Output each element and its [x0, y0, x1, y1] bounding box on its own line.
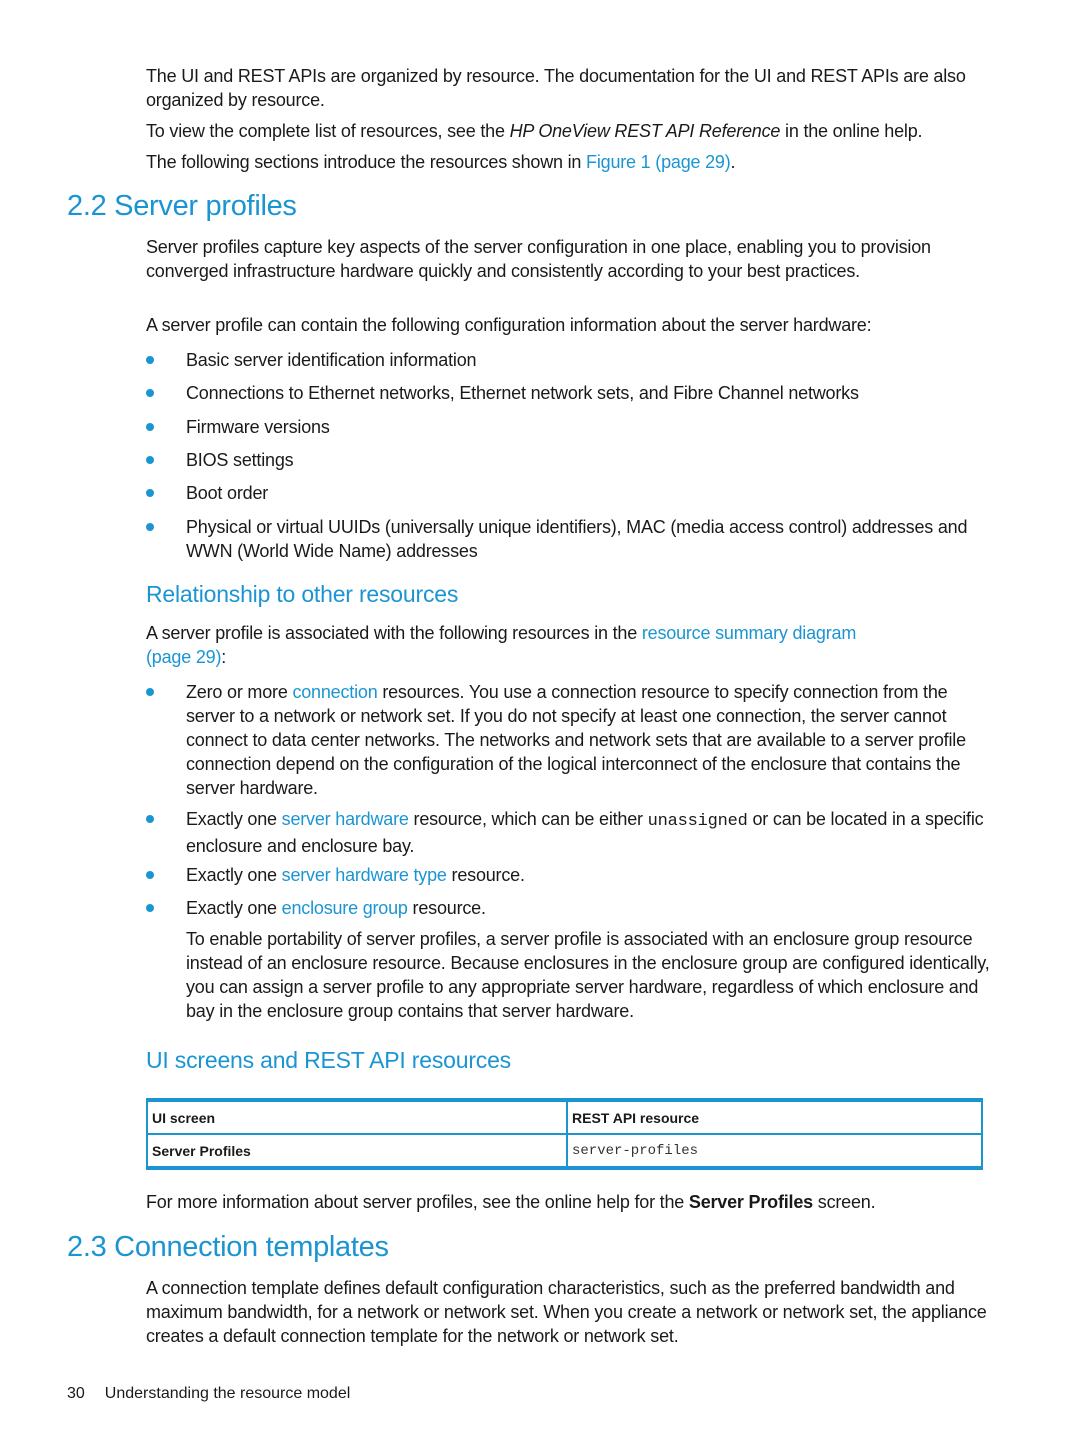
figure-link[interactable]: Figure 1 (page 29)	[586, 152, 731, 172]
text: Zero or more	[186, 682, 293, 702]
column-header-ui-screen: UI screen	[146, 1100, 568, 1135]
text: .	[730, 152, 736, 172]
cell-ui-screen: Server Profiles	[146, 1134, 568, 1168]
code-value: unassigned	[647, 812, 748, 831]
ui-rest-resource-table: UI screen REST API resource Server Profi…	[146, 1098, 983, 1170]
text: Exactly one	[186, 809, 282, 829]
enclosure-group-link[interactable]: enclosure group	[282, 898, 408, 918]
section-heading-server-profiles: 2.2 Server profiles	[67, 190, 297, 222]
text: resource.	[407, 898, 486, 918]
server-profiles-paragraph-1: Server profiles capture key aspects of t…	[146, 237, 931, 281]
text: in the online help.	[780, 121, 923, 141]
column-header-rest-api-resource: REST API resource	[566, 1100, 983, 1135]
bullet-icon	[146, 356, 154, 364]
portability-note: To enable portability of server profiles…	[186, 929, 990, 1021]
list-item: Boot order	[186, 483, 269, 503]
list-item: Zero or more connection resources. You u…	[186, 680, 991, 800]
table-row: Server Profiles server-profiles	[146, 1134, 983, 1168]
intro-paragraph-1: The UI and REST APIs are organized by re…	[146, 66, 966, 110]
server-hardware-link[interactable]: server hardware	[282, 809, 409, 829]
connection-link[interactable]: connection	[292, 682, 377, 702]
more-info-paragraph: For more information about server profil…	[146, 1190, 991, 1214]
relationship-intro: A server profile is associated with the …	[146, 621, 866, 669]
intro-paragraph-2: To view the complete list of resources, …	[146, 119, 991, 143]
section-heading-connection-templates: 2.3 Connection templates	[67, 1231, 389, 1263]
text: The following sections introduce the res…	[146, 152, 587, 172]
cell-rest-api-resource: server-profiles	[566, 1134, 983, 1168]
table-header-row: UI screen REST API resource	[146, 1100, 983, 1135]
list-item: BIOS settings	[186, 450, 294, 470]
bullet-icon	[146, 688, 154, 696]
text: A server profile is associated with the …	[146, 623, 642, 643]
bullet-icon	[146, 904, 154, 912]
list-item: Physical or virtual UUIDs (universally u…	[186, 517, 968, 561]
connection-templates-paragraph: A connection template defines default co…	[146, 1278, 987, 1346]
text: screen.	[812, 1192, 876, 1212]
page-number: 30	[67, 1385, 85, 1402]
bullet-icon	[146, 456, 154, 464]
text: To view the complete list of resources, …	[146, 121, 510, 141]
list-item: Exactly one server hardware resource, wh…	[186, 807, 991, 858]
subheading-ui-screens: UI screens and REST API resources	[146, 1047, 511, 1073]
text: Exactly one	[186, 898, 282, 918]
list-item: Connections to Ethernet networks, Ethern…	[186, 383, 859, 403]
text: resource, which can be either	[408, 809, 648, 829]
list-item: Basic server identification information	[186, 350, 477, 370]
server-hardware-type-link[interactable]: server hardware type	[282, 865, 447, 885]
bullet-icon	[146, 815, 154, 823]
bullet-icon	[146, 489, 154, 497]
list-item: Exactly one server hardware type resourc…	[186, 863, 991, 887]
bullet-icon	[146, 423, 154, 431]
page-footer: 30 Understanding the resource model	[67, 1385, 350, 1403]
list-item: Firmware versions	[186, 417, 330, 437]
list-item: Exactly one enclosure group resource.	[186, 896, 991, 920]
server-profiles-paragraph-2: A server profile can contain the followi…	[146, 315, 872, 335]
reference-title: HP OneView REST API Reference	[509, 121, 781, 141]
intro-paragraph-3: The following sections introduce the res…	[146, 150, 991, 174]
text: Exactly one	[186, 865, 282, 885]
chapter-title: Understanding the resource model	[104, 1385, 351, 1402]
bullet-icon	[146, 523, 154, 531]
bullet-icon	[146, 871, 154, 879]
bullet-icon	[146, 389, 154, 397]
subheading-relationship: Relationship to other resources	[146, 581, 459, 607]
text: resource.	[446, 865, 525, 885]
text: For more information about server profil…	[146, 1192, 689, 1212]
screen-name: Server Profiles	[688, 1192, 813, 1212]
text: :	[221, 647, 227, 667]
